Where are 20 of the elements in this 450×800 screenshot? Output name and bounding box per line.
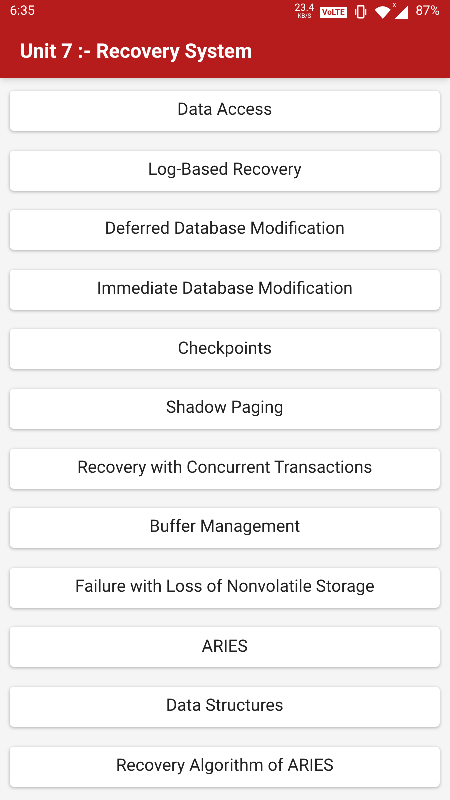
- wifi-icon: [374, 6, 391, 18]
- topic-button[interactable]: Recovery with Concurrent Transactions: [10, 448, 440, 489]
- topic-button[interactable]: Deferred Database Modification: [10, 210, 440, 250]
- network-speed: 23.4: [294, 4, 314, 14]
- app-title: Unit 7 :- Recovery System: [20, 38, 252, 65]
- topic-button[interactable]: Buffer Management: [10, 508, 440, 548]
- battery-percent: 87%: [416, 3, 440, 22]
- topic-button[interactable]: Shadow Paging: [10, 388, 440, 429]
- topic-button[interactable]: Failure with Loss of Nonvolatile Storage: [10, 568, 440, 608]
- topic-button[interactable]: ARIES: [10, 627, 440, 668]
- topic-button[interactable]: Recovery Algorithm of ARIES: [10, 746, 440, 787]
- topic-button[interactable]: Data Access: [10, 91, 440, 131]
- topic-button[interactable]: Immediate Database Modification: [10, 270, 440, 310]
- signal-icon: [394, 6, 408, 18]
- topic-button[interactable]: Data Structures: [10, 686, 440, 727]
- topic-button[interactable]: Log-Based Recovery: [10, 150, 440, 191]
- topic-button[interactable]: Checkpoints: [10, 329, 440, 370]
- status-time: 6:35: [10, 3, 36, 22]
- vibrate-icon: [354, 5, 367, 19]
- volte-badge: VoLTE: [320, 6, 347, 18]
